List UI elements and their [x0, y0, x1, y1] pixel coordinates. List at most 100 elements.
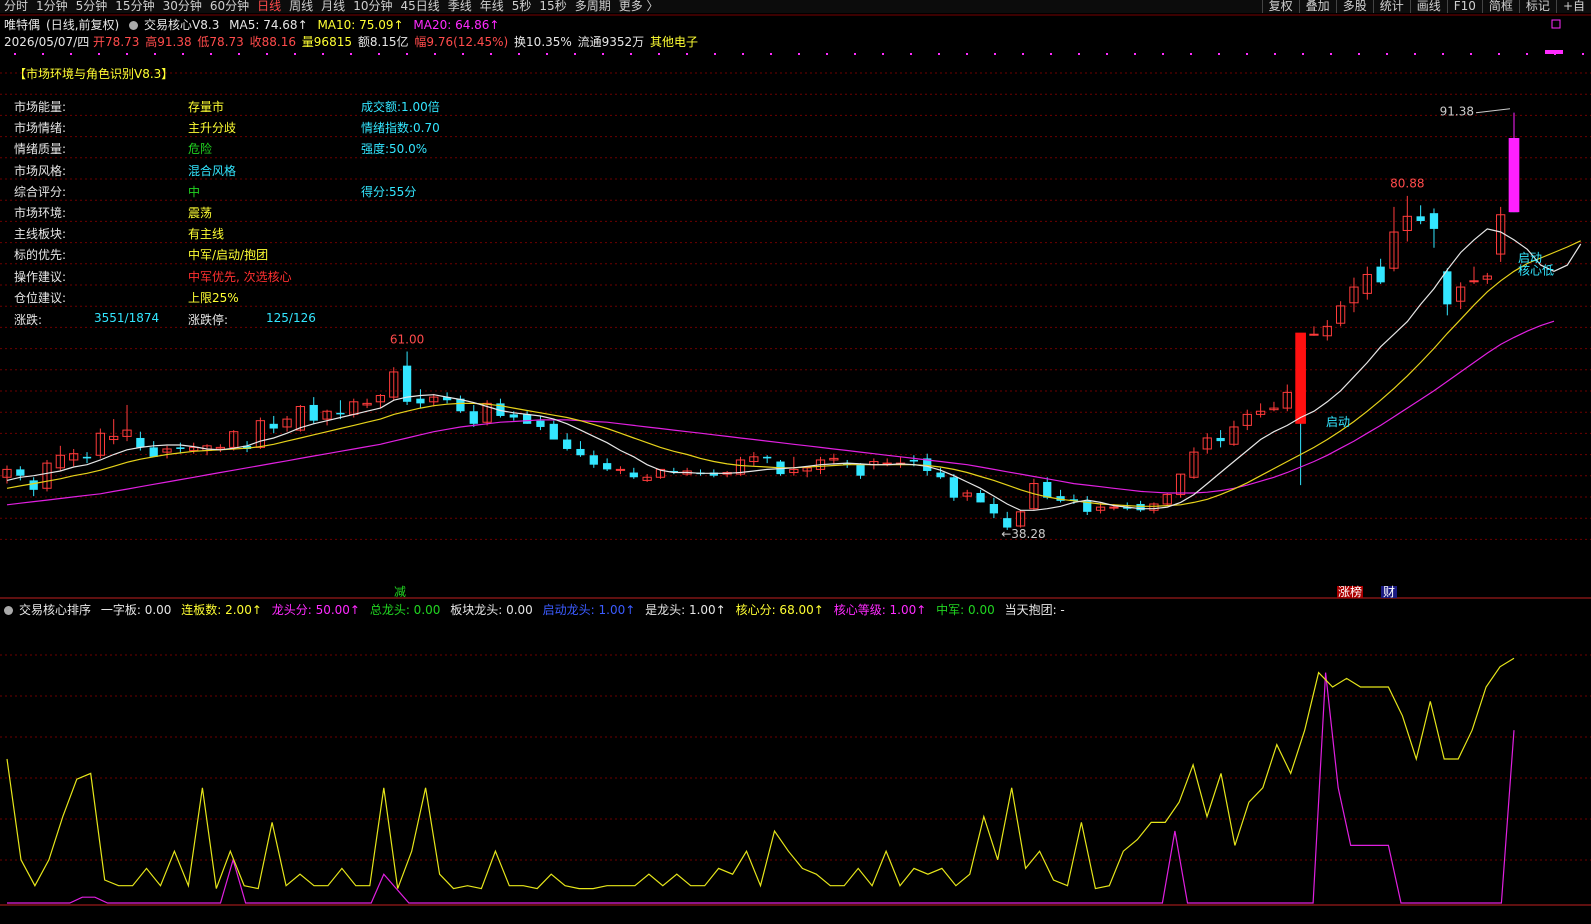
top-marker [714, 53, 716, 55]
stock-name[interactable]: 唯特偶 [4, 18, 40, 32]
ma20-value: MA20: 64.86↑ [413, 18, 500, 32]
qidong-value: 启动龙头: 1.00↑ [542, 603, 636, 617]
updown-label: 涨跌: [14, 313, 43, 327]
sub-yellow-line [6, 657, 1515, 890]
candle-body [176, 447, 185, 449]
candle-body [82, 456, 92, 459]
candle-body [1416, 216, 1425, 222]
candle-body [576, 448, 585, 456]
panel-row-label: 情绪质量: [14, 142, 67, 157]
candle-body [149, 447, 158, 457]
sub-indicator-settings-icon[interactable] [4, 606, 13, 615]
top-marker [266, 53, 268, 55]
low-label: ←38.28 [1001, 527, 1045, 541]
panel-row-label: 市场风格: [14, 163, 67, 178]
candle-body [549, 423, 558, 440]
panel-row-label: 市场情绪: [14, 121, 67, 136]
indicator-name[interactable]: 交易核心V8.3 [144, 18, 219, 32]
top-marker [126, 53, 128, 55]
candle-body [856, 464, 865, 476]
top-marker [910, 53, 912, 55]
quote-date: 2026/05/07/四 [4, 35, 90, 49]
top-marker [602, 53, 604, 55]
top-marker [154, 53, 156, 55]
top-marker [798, 53, 800, 55]
candle-body [1443, 271, 1452, 305]
top-marker [882, 53, 884, 55]
top-marker [490, 53, 492, 55]
top-marker [1022, 53, 1024, 55]
candle-body [1216, 437, 1225, 442]
top-marker [1442, 53, 1444, 55]
candle-body [1309, 333, 1319, 336]
candle-body [589, 455, 598, 465]
hexindi-label: 核心低 [1518, 263, 1554, 277]
quote-low: 低78.73 [197, 35, 244, 49]
indicator-settings-icon[interactable] [129, 21, 139, 30]
candle-body [1376, 266, 1385, 283]
panel-row-value: 中军优先, 次选核心 [188, 269, 292, 284]
panel-row-value: 中 [188, 184, 201, 199]
bankuai-value: 板块龙头: 0.00 [450, 603, 533, 617]
top-marker [14, 53, 16, 55]
quote-close: 收88.16 [249, 35, 296, 49]
hexindengji-value: 核心等级: 1.00↑ [833, 603, 927, 617]
candle-body [416, 398, 425, 404]
top-marker [378, 53, 380, 55]
top-marker [98, 53, 100, 55]
panel-row-value: 上限25% [188, 290, 239, 305]
limit-label: 涨跌停: [188, 313, 229, 327]
panel-row-label: 标的优先: [14, 248, 67, 263]
top-marker [518, 53, 520, 55]
panel-row-label: 操作建议: [14, 269, 67, 284]
limit-value: 125/126 [266, 311, 316, 325]
top-marker [1246, 53, 1248, 55]
top-marker [1134, 53, 1136, 55]
candle-body [136, 437, 145, 448]
quote-float: 流通9352万 [577, 35, 645, 49]
window-icon [1551, 19, 1561, 29]
panel-row-extra: 情绪指数:0.70 [361, 121, 440, 136]
chart-mode: (日线,前复权) [46, 18, 120, 32]
top-marker [630, 53, 632, 55]
candle-body [949, 477, 959, 498]
yizi-value: 一字板: 0.00 [100, 603, 172, 617]
top-marker [1302, 53, 1304, 55]
panel-row-value: 危险 [188, 142, 213, 157]
shilongtou-value: 是龙头: 1.00↑ [645, 603, 726, 617]
top-marker [1078, 53, 1080, 55]
panel-row-value: 有主线 [188, 227, 225, 242]
quote-amount: 额8.15亿 [357, 35, 409, 49]
quote-change: 幅9.76(12.45%) [414, 35, 509, 49]
candle-body [509, 414, 518, 418]
marker-jian: 减 [394, 585, 406, 599]
panel-row-value: 中军/启动/抱团 [188, 248, 269, 263]
top-marker [966, 53, 968, 55]
top-marker [350, 53, 352, 55]
top-marker [182, 53, 184, 55]
sector-name[interactable]: 其他电子 [650, 35, 698, 49]
stock-info-line: 唯特偶 (日线,前复权) 交易核心V8.3 MA5: 74.68↑ MA10: 7… [4, 16, 506, 33]
candle-body [989, 503, 999, 514]
top-marker [546, 53, 548, 55]
candle-body [536, 420, 545, 427]
peak-label-3: 91.38 [1440, 105, 1474, 119]
candle-body [909, 459, 919, 462]
top-marker [434, 53, 436, 55]
top-marker [462, 53, 464, 55]
candle-body [936, 472, 945, 478]
candle-body [602, 463, 612, 470]
panel-row-label: 仓位建议: [14, 290, 67, 305]
candle-body [336, 412, 345, 415]
top-marker [1498, 53, 1500, 55]
kline-chart[interactable]: 61.00←38.2880.8891.38启动启动核心低减 涨榜财 [0, 0, 1591, 924]
sub-indicator-line: 交易核心排序 一字板: 0.00 连板数: 2.00↑ 龙头分: 50.00↑ … [4, 601, 1071, 618]
sub-indicator-name[interactable]: 交易核心排序 [19, 603, 91, 617]
limit-up-candle [1295, 332, 1306, 424]
zonglongtou-value: 总龙头: 0.00 [369, 603, 441, 617]
top-marker [1582, 53, 1584, 55]
top-marker [406, 53, 408, 55]
panel-row-value: 存量市 [188, 100, 225, 114]
top-marker [742, 53, 744, 55]
ma5-value: MA5: 74.68↑ [229, 18, 308, 32]
